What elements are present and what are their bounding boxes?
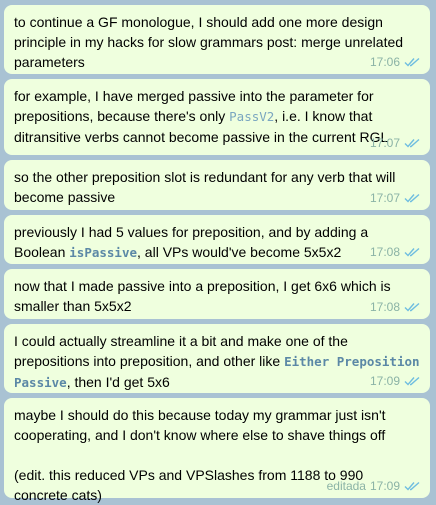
message-text-segment: (edit. this reduced VPs and VPSlashes fr… [14,467,364,503]
message-text-segment: maybe I should do this because today my … [14,407,386,443]
double-check-icon [404,57,420,67]
message-time: 17:09 [369,479,400,493]
message-time: 17:08 [369,245,400,259]
message-time: 17:07 [369,136,400,150]
double-check-icon [404,193,420,203]
message-text: so the other preposition slot is redunda… [14,167,420,207]
message-text-segment: , all VPs would've become 5x5x2 [137,244,342,260]
message-meta: 17:06 [370,55,422,69]
double-check-icon [404,247,420,257]
message-text: now that I made passive into a prepositi… [14,276,420,316]
message-bubble[interactable]: so the other preposition slot is redunda… [4,160,430,210]
message-meta: 17:08 [370,245,422,259]
message-time: 17:07 [369,191,400,205]
message-meta: 17:09 [370,374,422,388]
message-meta: 17:07 [370,136,422,150]
message-time: 17:06 [369,55,400,69]
message-text: maybe I should do this because today my … [14,405,420,445]
message-text-segment: so the other preposition slot is redunda… [14,169,396,205]
message-text: for example, I have merged passive into … [14,86,420,147]
message-text: to continue a GF monologue, I should add… [14,12,420,72]
inline-code: PassV2 [229,109,275,124]
message-time: 17:09 [369,374,400,388]
double-check-icon [404,376,420,386]
message-text-segment: , then I'd get 5x6 [66,374,170,390]
double-check-icon [404,138,420,148]
message-text-segment: to continue a GF monologue, I should add… [14,14,404,70]
edited-label: editada [326,479,366,493]
message-bubble[interactable]: I could actually streamline it a bit and… [4,324,430,393]
message-bubble[interactable]: previously I had 5 values for prepositio… [4,215,430,264]
message-meta: 17:08 [370,300,422,314]
message-bubble[interactable]: for example, I have merged passive into … [4,79,430,155]
message-bubble[interactable]: to continue a GF monologue, I should add… [4,5,430,74]
message-text: I could actually streamline it a bit and… [14,331,420,393]
message-meta: 17:07 [370,191,422,205]
message-time: 17:08 [369,300,400,314]
double-check-icon [404,481,420,491]
message-bubble[interactable]: maybe I should do this because today my … [4,398,430,503]
message-text: previously I had 5 values for prepositio… [14,222,420,263]
double-check-icon [404,302,420,312]
message-text-segment: now that I made passive into a prepositi… [14,278,391,314]
chat-history: to continue a GF monologue, I should add… [0,0,436,503]
message-meta: editada 17:09 [327,479,422,493]
inline-code: isPassive [69,245,138,260]
message-bubble[interactable]: now that I made passive into a prepositi… [4,269,430,319]
